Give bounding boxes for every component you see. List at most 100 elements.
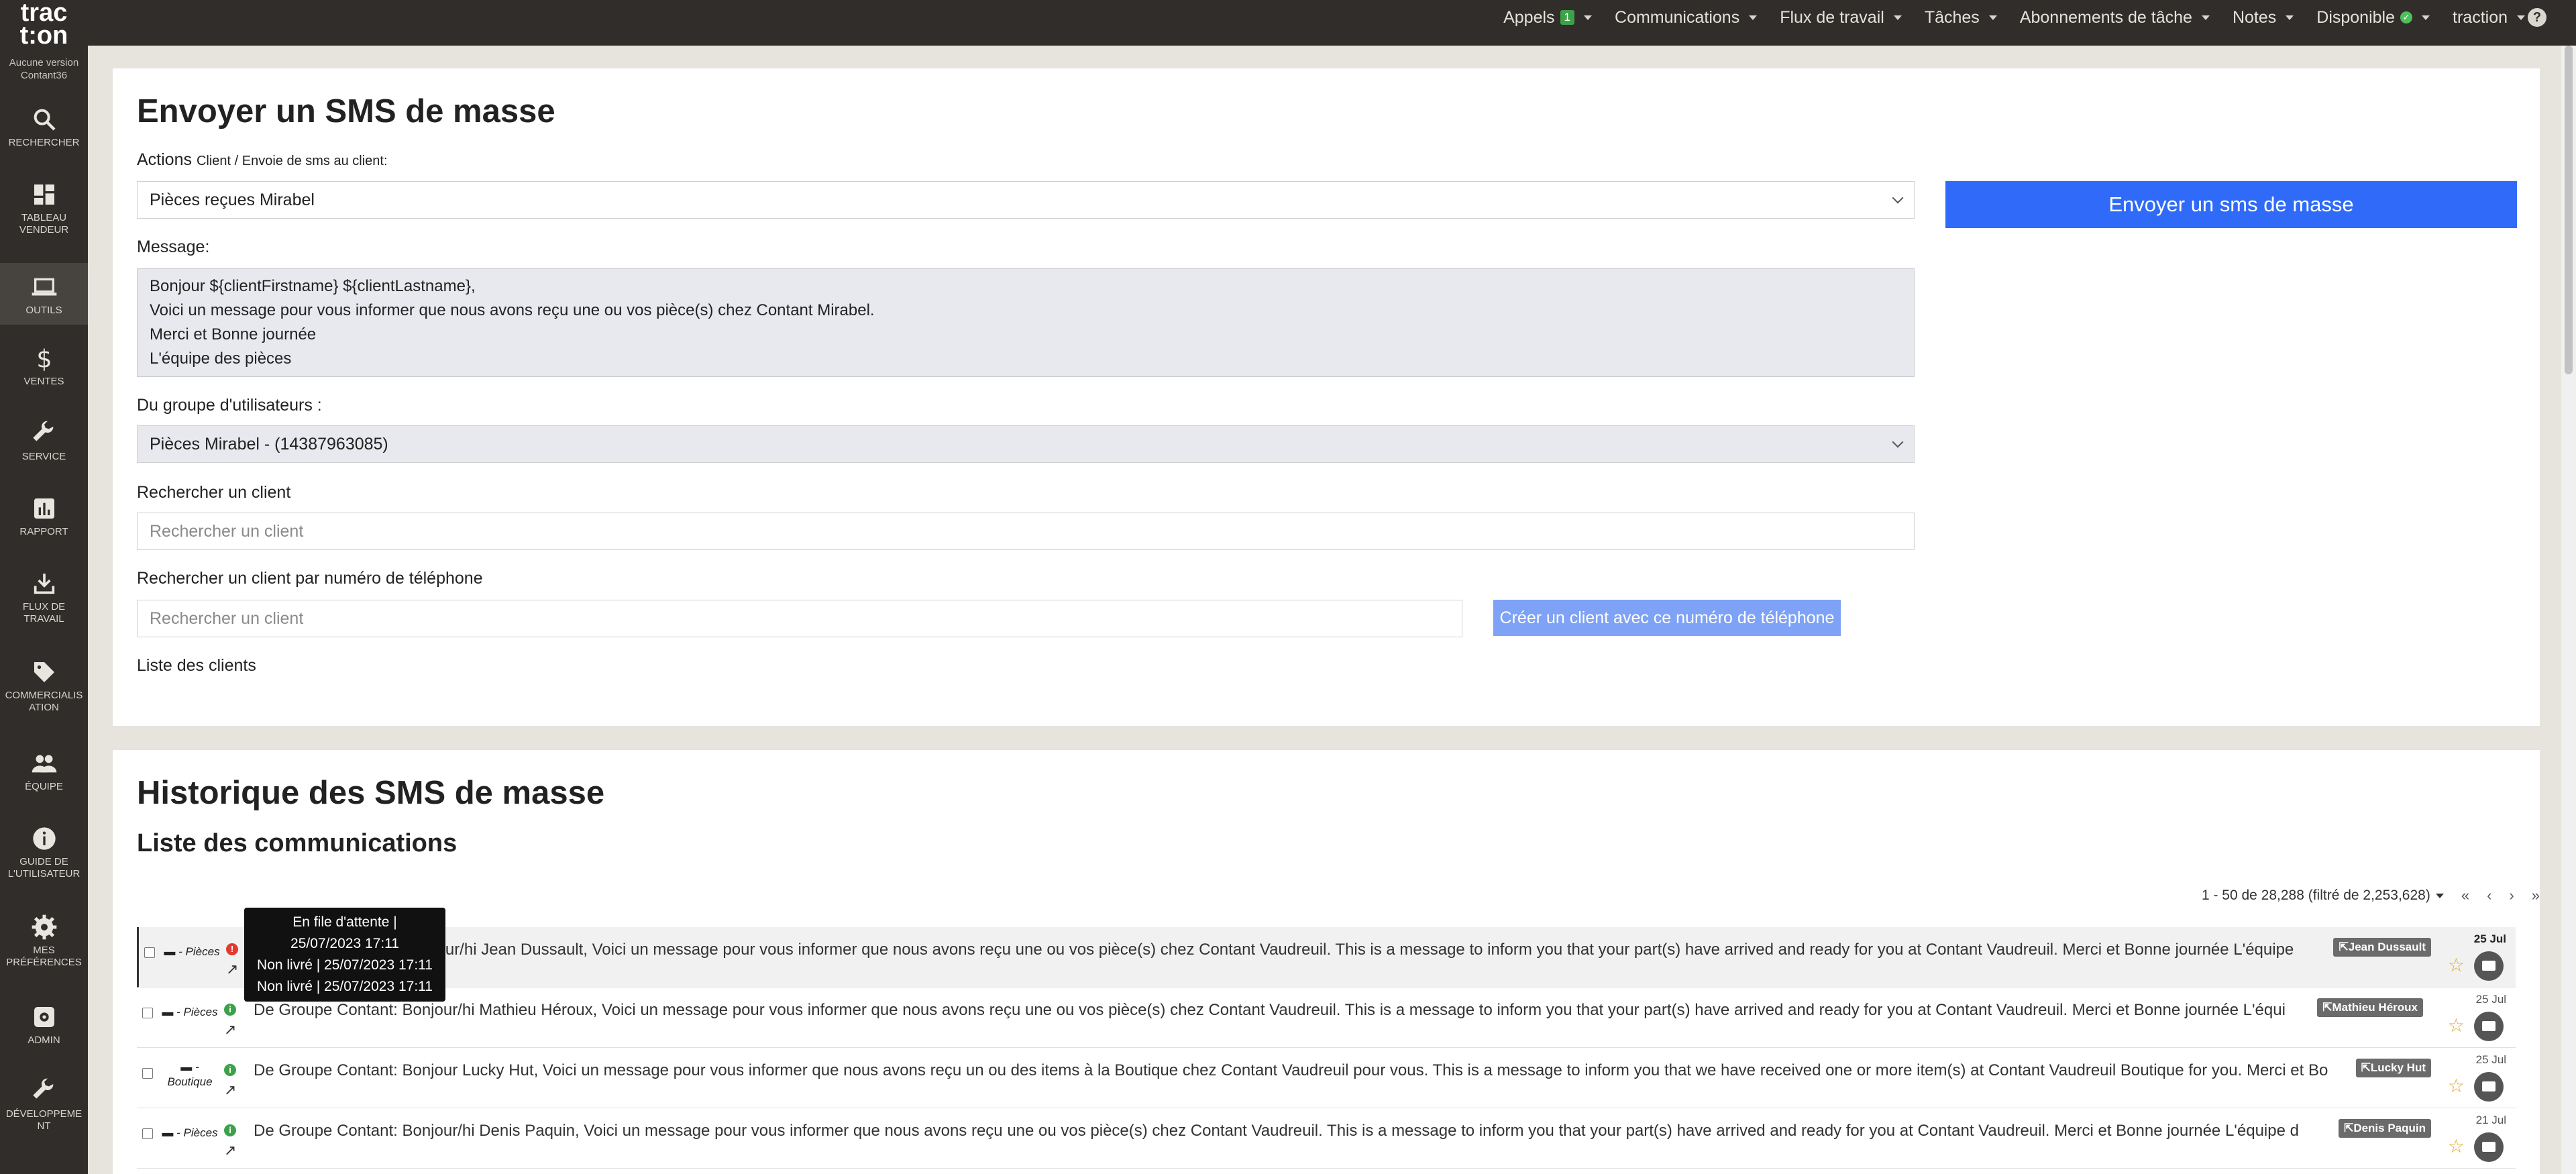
scrollbar-thumb[interactable] bbox=[2565, 46, 2573, 374]
traction-logo[interactable]: trac t:on bbox=[0, 0, 88, 51]
row-date: 21 Jul bbox=[2475, 1114, 2506, 1126]
pagination-range[interactable]: 1 - 50 de 28,288 (filtré de 2,253,628) bbox=[2202, 888, 2430, 904]
communication-row[interactable]: ▬ - Pièces i ↗ De Groupe Contant: Bonjou… bbox=[137, 988, 2516, 1048]
pagination: 1 - 50 de 28,288 (filtré de 2,253,628) «… bbox=[2202, 887, 2540, 904]
nav-label: Appels bbox=[1503, 7, 1555, 27]
nav-notes[interactable]: Notes bbox=[2233, 8, 2294, 28]
row-checkbox[interactable] bbox=[142, 1008, 153, 1018]
external-link-icon: ⇱ bbox=[2322, 1001, 2332, 1014]
admin-icon bbox=[34, 1007, 54, 1027]
page-scrollbar[interactable] bbox=[2561, 46, 2576, 1174]
nav-label: Notes bbox=[2232, 7, 2277, 27]
star-icon[interactable]: ☆ bbox=[2448, 1135, 2465, 1157]
report-icon bbox=[34, 498, 54, 519]
sidebar-item-guide[interactable]: GUIDE DE L'UTILISATEUR bbox=[0, 825, 88, 880]
star-icon[interactable]: ☆ bbox=[2448, 1075, 2465, 1097]
envelope-icon[interactable] bbox=[2474, 1132, 2504, 1162]
sidebar-item-rechercher[interactable]: RECHERCHER bbox=[0, 106, 88, 149]
contact-tag[interactable]: ⇱Jean Dussault bbox=[2333, 938, 2431, 957]
dollar-icon: $ bbox=[36, 345, 52, 372]
sidebar-item-label: MES PRÉFÉRENCES bbox=[6, 945, 82, 968]
send-mass-sms-button[interactable]: Envoyer un sms de masse bbox=[1945, 181, 2517, 228]
star-icon[interactable]: ☆ bbox=[2448, 954, 2465, 976]
appels-count-badge: 1 bbox=[1560, 10, 1575, 25]
row-type-label: - Pièces bbox=[176, 1126, 218, 1139]
sidebar-item-admin[interactable]: ADMIN bbox=[0, 1004, 88, 1047]
status-ok-icon[interactable]: i bbox=[224, 1124, 236, 1136]
open-link-icon[interactable]: ↗ bbox=[226, 961, 238, 978]
contact-name: Denis Paquin bbox=[2353, 1122, 2426, 1134]
open-link-icon[interactable]: ↗ bbox=[224, 1021, 236, 1038]
communication-row[interactable]: ▬ - Boutique i ↗ De Groupe Contant: Bonj… bbox=[137, 1048, 2516, 1108]
nav-abonnements[interactable]: Abonnements de tâche bbox=[2020, 8, 2210, 28]
search-phone-input[interactable]: Rechercher un client bbox=[137, 600, 1462, 637]
sidebar-item-preferences[interactable]: MES PRÉFÉRENCES bbox=[0, 914, 88, 969]
tag-icon bbox=[34, 662, 54, 682]
search-phone-label: Rechercher un client par numéro de télép… bbox=[137, 569, 483, 588]
group-label: Du groupe d'utilisateurs : bbox=[137, 396, 322, 415]
check-icon: ✓ bbox=[2400, 11, 2413, 23]
wrench-icon bbox=[32, 421, 53, 441]
nav-flux-de-travail[interactable]: Flux de travail bbox=[1780, 8, 1902, 28]
row-message: De Groupe Contant: Bonjour/hi Jean Dussa… bbox=[256, 941, 2294, 959]
sidebar-item-label: OUTILS bbox=[25, 305, 62, 316]
search-client-input[interactable]: Rechercher un client bbox=[137, 513, 1915, 550]
open-link-icon[interactable]: ↗ bbox=[224, 1142, 236, 1159]
sidebar-item-equipe[interactable]: ÉQUIPE bbox=[0, 750, 88, 793]
row-type: ▬ - Pièces bbox=[157, 1005, 223, 1020]
info-icon bbox=[32, 827, 56, 850]
caret-down-icon bbox=[1584, 15, 1593, 20]
sidebar-item-label: TABLEAU VENDEUR bbox=[19, 212, 69, 235]
actions-select[interactable]: Pièces reçues Mirabel bbox=[137, 181, 1915, 219]
nav-communications[interactable]: Communications bbox=[1615, 8, 1758, 28]
sidebar-item-outils[interactable]: OUTILS bbox=[0, 263, 88, 325]
version-label: Aucune version Contant36 bbox=[9, 57, 79, 81]
sidebar-item-rapport[interactable]: RAPPORT bbox=[0, 495, 88, 538]
row-checkbox[interactable] bbox=[142, 1068, 153, 1079]
help-icon[interactable]: ? bbox=[2528, 8, 2546, 27]
open-link-icon[interactable]: ↗ bbox=[224, 1081, 236, 1099]
row-type: ▬ - Pièces bbox=[157, 1126, 223, 1140]
sidebar-item-label: SERVICE bbox=[21, 451, 66, 462]
contact-tag[interactable]: ⇱Lucky Hut bbox=[2355, 1059, 2431, 1077]
communication-row[interactable]: ▬ - Pièces i ↗ De Groupe Contant: Bonjou… bbox=[137, 1108, 2516, 1169]
actions-label: Actions Client / Envoie de sms au client… bbox=[137, 150, 388, 170]
nav-user-menu[interactable]: traction bbox=[2453, 8, 2525, 28]
row-message: De Groupe Contant: Bonjour/hi Mathieu Hé… bbox=[254, 1001, 2286, 1019]
status-ok-icon[interactable]: i bbox=[224, 1004, 236, 1016]
prev-page-button[interactable]: ‹ bbox=[2487, 887, 2491, 904]
row-checkbox[interactable] bbox=[142, 1128, 153, 1139]
caret-down-icon bbox=[2201, 15, 2210, 20]
row-checkbox[interactable] bbox=[144, 947, 155, 958]
contact-tag[interactable]: ⇱Denis Paquin bbox=[2339, 1119, 2431, 1138]
envelope-icon[interactable] bbox=[2474, 1012, 2504, 1041]
sidebar-item-commercialisation[interactable]: COMMERCIALIS ATION bbox=[0, 659, 88, 714]
nav-disponible[interactable]: Disponible ✓ bbox=[2316, 8, 2430, 28]
status-error-icon[interactable]: ! bbox=[226, 943, 238, 955]
create-client-button[interactable]: Créer un client avec ce numéro de téléph… bbox=[1493, 600, 1841, 636]
nav-label: Abonnements de tâche bbox=[2019, 7, 2192, 27]
star-icon[interactable]: ☆ bbox=[2448, 1014, 2465, 1036]
first-page-button[interactable]: « bbox=[2461, 887, 2469, 904]
envelope-icon[interactable] bbox=[2474, 951, 2504, 981]
communication-row[interactable]: ▬ - Pièces ! ↗ De Groupe Contant: Bonjou… bbox=[137, 927, 2516, 988]
status-ok-icon[interactable]: i bbox=[224, 1064, 236, 1076]
nav-taches[interactable]: Tâches bbox=[1925, 8, 1997, 28]
sidebar-item-ventes[interactable]: $ VENTES bbox=[0, 345, 88, 388]
sidebar-item-service[interactable]: SERVICE bbox=[0, 420, 88, 463]
last-page-button[interactable]: » bbox=[2532, 887, 2540, 904]
message-textarea[interactable]: Bonjour ${clientFirstname} ${clientLastn… bbox=[137, 268, 1915, 377]
next-page-button[interactable]: › bbox=[2509, 887, 2514, 904]
envelope-icon[interactable] bbox=[2474, 1072, 2504, 1102]
client-list-label: Liste des clients bbox=[137, 656, 256, 675]
sidebar-item-label: VENTES bbox=[23, 376, 64, 387]
group-select[interactable]: Pièces Mirabel - (14387963085) bbox=[137, 425, 1915, 463]
sidebar-item-flux-de-travail[interactable]: FLUX DE TRAVAIL bbox=[0, 570, 88, 625]
chevron-down-icon bbox=[1892, 192, 1904, 204]
sidebar-item-tableau-vendeur[interactable]: TABLEAU VENDEUR bbox=[0, 181, 88, 236]
tooltip-line: Non livré | 25/07/2023 17:11 bbox=[257, 979, 433, 994]
top-nav: Appels 1 Communications Flux de travail T… bbox=[1503, 0, 2525, 35]
contact-tag[interactable]: ⇱Mathieu Héroux bbox=[2317, 998, 2423, 1017]
nav-appels[interactable]: Appels 1 bbox=[1503, 7, 1593, 28]
sidebar-item-developpement[interactable]: DÉVELOPPEME NT bbox=[0, 1077, 88, 1132]
